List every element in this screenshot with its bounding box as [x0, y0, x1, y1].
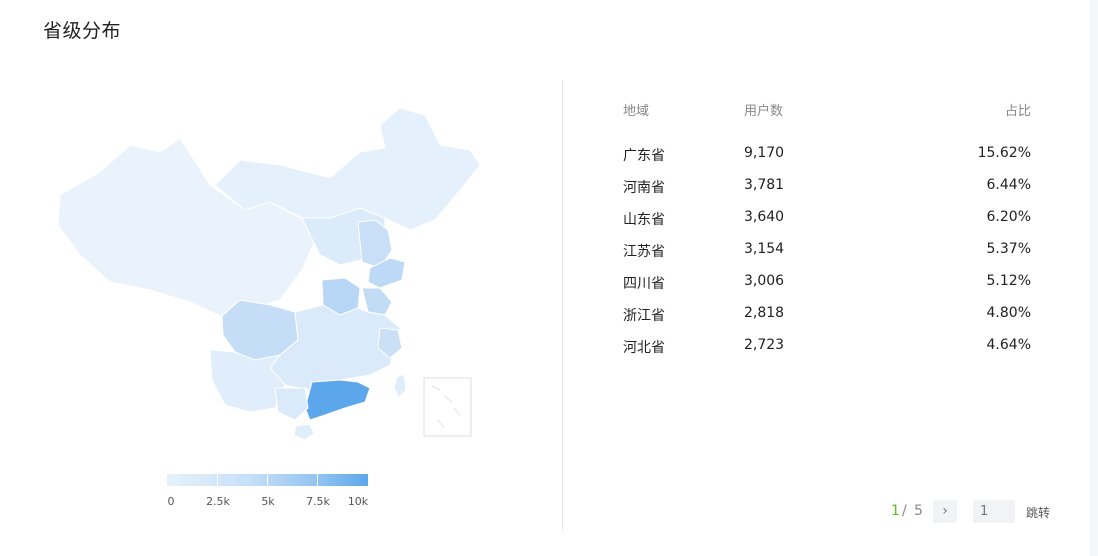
- cell-users: 3,006: [744, 273, 785, 289]
- map-legend: 0 2.5k 5k 7.5k 10k: [167, 474, 369, 514]
- header-region: 地域: [623, 104, 650, 119]
- cell-users: 3,640: [744, 209, 785, 225]
- cell-region: 山东省: [623, 212, 665, 228]
- legend-separator: [317, 474, 318, 486]
- cell-users: 9,170: [744, 145, 785, 161]
- page-edge: [1090, 0, 1098, 556]
- table-row[interactable]: 江苏省 3,154 5.37%: [623, 241, 1033, 265]
- cell-region: 浙江省: [623, 308, 665, 324]
- legend-separator: [267, 474, 268, 486]
- cell-share: 6.20%: [986, 209, 1031, 225]
- cell-users: 3,154: [744, 241, 785, 257]
- chevron-right-icon: ›: [942, 503, 948, 519]
- cell-share: 4.64%: [986, 337, 1031, 353]
- legend-separator: [217, 474, 218, 486]
- pagination-separator: /: [902, 503, 907, 519]
- cell-region: 广东省: [623, 148, 665, 164]
- map-region-guangxi[interactable]: [274, 387, 309, 421]
- map-region-hainan[interactable]: [293, 423, 315, 441]
- cell-users: 2,723: [744, 337, 785, 353]
- cell-region: 四川省: [623, 276, 665, 292]
- map-region-guangdong[interactable]: [304, 379, 371, 421]
- legend-tick-label: 7.5k: [306, 495, 330, 508]
- cell-share: 5.37%: [986, 241, 1031, 257]
- province-distribution-card: 省级分布 0 2.5k 5k 7.5k 10k 地域 用户数 占比 广东省 9,…: [0, 0, 1090, 556]
- next-page-button[interactable]: ›: [933, 500, 957, 523]
- vertical-divider: [562, 80, 563, 530]
- jump-button[interactable]: 跳转: [1026, 504, 1050, 521]
- cell-share: 4.80%: [986, 305, 1031, 321]
- legend-tick-label: 10k: [347, 495, 369, 508]
- cell-region: 河北省: [623, 340, 665, 356]
- table-row[interactable]: 广东省 9,170 15.62%: [623, 145, 1033, 169]
- table-row[interactable]: 浙江省 2,818 4.80%: [623, 305, 1033, 329]
- cell-share: 5.12%: [986, 273, 1031, 289]
- card-title: 省级分布: [43, 20, 122, 42]
- cell-region: 河南省: [623, 180, 665, 196]
- table-row[interactable]: 河南省 3,781 6.44%: [623, 177, 1033, 201]
- map-region-taiwan[interactable]: [393, 373, 407, 399]
- pagination-total-pages: 5: [914, 503, 923, 519]
- china-map-svg: [57, 107, 481, 441]
- cell-users: 3,781: [744, 177, 785, 193]
- map-region-southwest[interactable]: [209, 349, 286, 413]
- cell-users: 2,818: [744, 305, 785, 321]
- china-map: [40, 90, 520, 450]
- table-row[interactable]: 山东省 3,640 6.20%: [623, 209, 1033, 233]
- south-china-sea-inset: [423, 377, 472, 437]
- table-row[interactable]: 河北省 2,723 4.64%: [623, 337, 1033, 361]
- header-share[interactable]: 占比: [1005, 100, 1031, 119]
- legend-tick-label: 5k: [261, 495, 275, 508]
- table-row[interactable]: 四川省 3,006 5.12%: [623, 273, 1033, 297]
- cell-share: 6.44%: [986, 177, 1031, 193]
- legend-tick-label: 0: [167, 495, 175, 508]
- pagination-current-page: 1: [891, 503, 900, 519]
- cell-share: 15.62%: [977, 145, 1031, 161]
- header-users[interactable]: 用户数: [744, 100, 783, 119]
- south-china-sea-islands: [431, 385, 461, 429]
- page-jump-input[interactable]: [973, 500, 1015, 523]
- cell-region: 江苏省: [623, 244, 665, 260]
- legend-tick-label: 2.5k: [206, 495, 230, 508]
